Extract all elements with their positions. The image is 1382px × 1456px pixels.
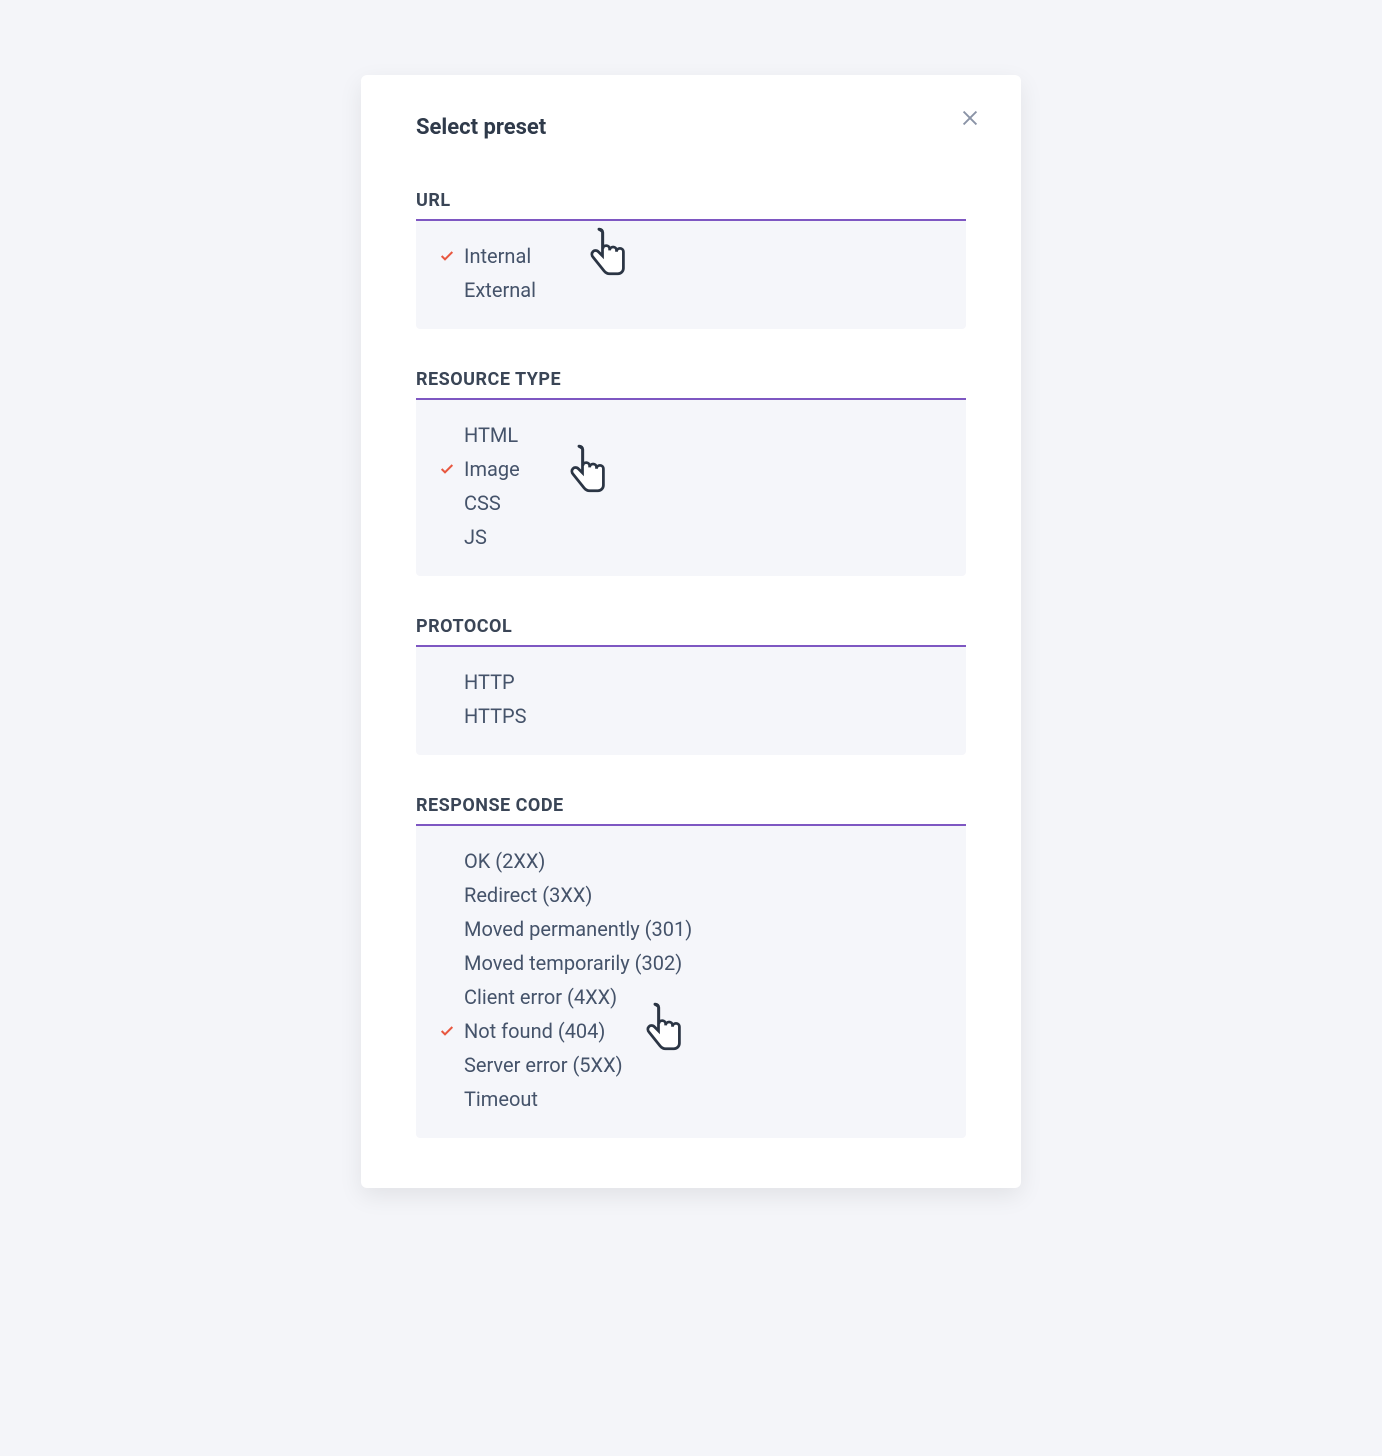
option-protocol-https[interactable]: HTTPS	[436, 699, 946, 733]
option-label: Moved temporarily (302)	[464, 951, 682, 975]
option-label: Client error (4XX)	[464, 985, 617, 1009]
option-response-server-error[interactable]: Server error (5XX)	[436, 1048, 946, 1082]
option-resource-css[interactable]: CSS	[436, 486, 946, 520]
option-resource-js[interactable]: JS	[436, 520, 946, 554]
section-body-protocol: HTTP HTTPS	[416, 647, 966, 755]
check-icon	[436, 461, 458, 477]
option-response-redirect[interactable]: Redirect (3XX)	[436, 878, 946, 912]
section-url: URL Internal External	[416, 190, 966, 329]
select-preset-modal: Select preset URL Internal External RESO…	[361, 75, 1021, 1188]
option-label: Image	[464, 457, 520, 481]
option-label: OK (2XX)	[464, 849, 545, 873]
option-label: Internal	[464, 244, 531, 268]
section-body-url: Internal External	[416, 221, 966, 329]
option-label: HTTPS	[464, 704, 527, 728]
option-resource-html[interactable]: HTML	[436, 418, 946, 452]
option-url-external[interactable]: External	[436, 273, 946, 307]
option-protocol-http[interactable]: HTTP	[436, 665, 946, 699]
section-resource-type: RESOURCE TYPE HTML Image CSS JS	[416, 369, 966, 576]
option-response-ok[interactable]: OK (2XX)	[436, 844, 946, 878]
check-icon	[436, 248, 458, 264]
option-label: External	[464, 278, 536, 302]
section-header-response-code: RESPONSE CODE	[416, 795, 966, 826]
check-icon	[436, 1023, 458, 1039]
option-label: HTTP	[464, 670, 515, 694]
option-label: HTML	[464, 423, 518, 447]
section-header-url: URL	[416, 190, 966, 221]
option-response-moved-permanently[interactable]: Moved permanently (301)	[436, 912, 946, 946]
option-url-internal[interactable]: Internal	[436, 239, 946, 273]
option-label: Timeout	[464, 1087, 538, 1111]
option-response-not-found[interactable]: Not found (404)	[436, 1014, 946, 1048]
option-resource-image[interactable]: Image	[436, 452, 946, 486]
option-label: Server error (5XX)	[464, 1053, 623, 1077]
option-label: Moved permanently (301)	[464, 917, 692, 941]
option-label: Redirect (3XX)	[464, 883, 592, 907]
section-response-code: RESPONSE CODE OK (2XX) Redirect (3XX) Mo…	[416, 795, 966, 1138]
section-protocol: PROTOCOL HTTP HTTPS	[416, 616, 966, 755]
option-response-timeout[interactable]: Timeout	[436, 1082, 946, 1116]
option-label: CSS	[464, 491, 501, 515]
option-response-client-error[interactable]: Client error (4XX)	[436, 980, 946, 1014]
section-header-protocol: PROTOCOL	[416, 616, 966, 647]
option-label: JS	[464, 525, 487, 549]
section-header-resource-type: RESOURCE TYPE	[416, 369, 966, 400]
option-label: Not found (404)	[464, 1019, 605, 1043]
section-body-response-code: OK (2XX) Redirect (3XX) Moved permanentl…	[416, 826, 966, 1138]
option-response-moved-temporarily[interactable]: Moved temporarily (302)	[436, 946, 946, 980]
close-icon[interactable]	[959, 107, 981, 133]
modal-title: Select preset	[416, 115, 966, 140]
section-body-resource-type: HTML Image CSS JS	[416, 400, 966, 576]
